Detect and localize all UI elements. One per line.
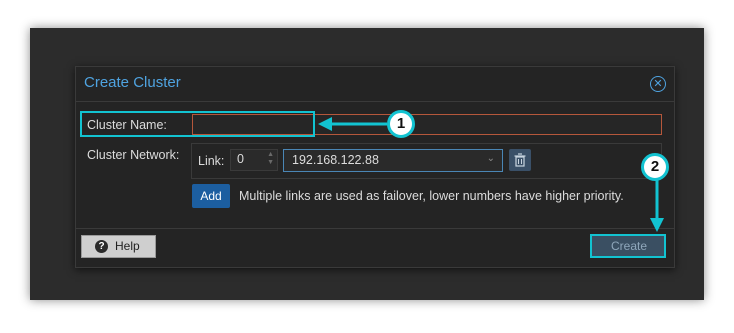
annotation-badge-2: 2 xyxy=(641,153,669,181)
annotation-badge-1: 1 xyxy=(387,110,415,138)
annotation-arrows xyxy=(318,117,664,232)
